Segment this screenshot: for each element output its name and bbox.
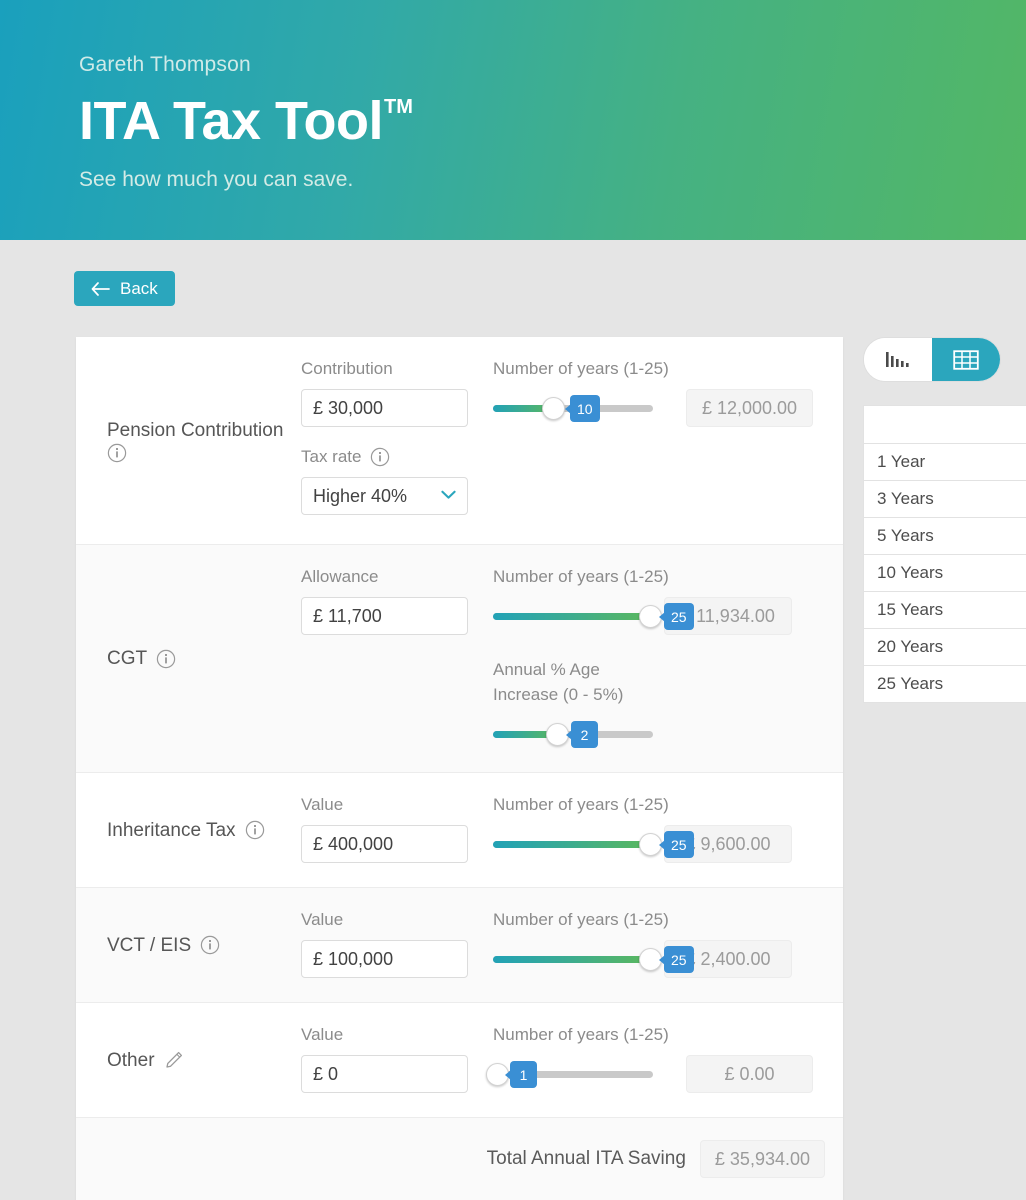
field-label-years: Number of years (1-25): [493, 567, 669, 586]
info-icon[interactable]: [245, 820, 265, 840]
slider-value-badge: 2: [566, 721, 598, 748]
field-label-contribution: Contribution: [301, 359, 393, 378]
result-value: £ 0.00: [686, 1055, 813, 1093]
field-label-value: Value: [301, 795, 344, 814]
view-toggle: [863, 337, 1001, 382]
app-title-group: ITA Tax Tool TM: [79, 90, 1026, 152]
slider-track-fill: [493, 613, 650, 620]
slider-value-badge: 25: [659, 946, 694, 973]
list-item[interactable]: 10 Years: [864, 555, 1026, 592]
list-item[interactable]: 5 Years: [864, 518, 1026, 555]
table-grid-icon: [953, 349, 979, 370]
slider-track-fill: [493, 841, 650, 848]
annual-increase-slider-line: 2: [493, 715, 843, 753]
annual-increase-slider[interactable]: 2: [493, 715, 653, 753]
app-header: Gareth Thompson ITA Tax Tool TM See how …: [0, 0, 1026, 240]
table-row: CGT Allowance Number of years (1-25): [76, 545, 843, 773]
field-label-years: Number of years (1-25): [493, 359, 669, 378]
back-button-label: Back: [120, 278, 158, 298]
total-label: Total Annual ITA Saving: [486, 1148, 686, 1169]
total-row: Total Annual ITA Saving £ 35,934.00: [76, 1118, 843, 1200]
row-name: Other: [107, 1049, 155, 1071]
row-label-inheritance-tax: Inheritance Tax: [107, 792, 301, 868]
slider-value-badge: 1: [505, 1061, 537, 1088]
allowance-input[interactable]: [301, 597, 468, 635]
slider-value-badge: 10: [565, 395, 600, 422]
row-name: Inheritance Tax: [107, 819, 236, 841]
years-slider-line: 1 £ 0.00: [486, 1055, 843, 1093]
list-item[interactable]: 1 Year: [864, 444, 1026, 481]
field-label-allowance: Allowance: [301, 567, 379, 586]
field-label-annual-increase: Annual % Age Increase (0 - 5%): [493, 660, 624, 704]
tax-calculator-card: Pension Contribution Contribution Tax ra…: [76, 337, 843, 1200]
field-label-years: Number of years (1-25): [493, 910, 669, 929]
list-item[interactable]: 20 Years: [864, 629, 1026, 666]
row-label-other: Other: [107, 1022, 301, 1098]
table-row: Pension Contribution Contribution Tax ra…: [76, 337, 843, 545]
tax-rate-value: Higher 40%: [313, 485, 408, 506]
years-slider[interactable]: 1: [486, 1055, 653, 1093]
slider-value-badge: 25: [659, 831, 694, 858]
years-slider[interactable]: 10: [493, 389, 653, 427]
years-slider-line: 25 £ 2,400.00: [493, 940, 843, 978]
slider-track-fill: [493, 956, 650, 963]
result-value: £ 12,000.00: [686, 389, 813, 427]
results-panel: 1 Year 3 Years 5 Years 10 Years 15 Years…: [863, 337, 1026, 703]
row-name: VCT / EIS: [107, 934, 192, 956]
years-slider-line: 25 £ 11,934.00: [493, 597, 843, 635]
arrow-left-icon: [91, 281, 110, 296]
field-label-tax-rate: Tax rate: [301, 447, 362, 466]
info-icon[interactable]: [370, 447, 390, 467]
info-icon[interactable]: [107, 443, 127, 463]
list-item[interactable]: 3 Years: [864, 481, 1026, 518]
years-slider-line: 10 £ 12,000.00: [493, 389, 843, 427]
table-row: Other Value Number of years (1-25): [76, 1003, 843, 1118]
years-slider[interactable]: 25: [493, 940, 694, 978]
field-label-value: Value: [301, 1025, 344, 1044]
header-subtitle: See how much you can save.: [79, 168, 354, 191]
list-item[interactable]: 25 Years: [864, 666, 1026, 703]
field-label-years: Number of years (1-25): [493, 795, 669, 814]
years-slider[interactable]: 25: [493, 825, 694, 863]
row-name: Pension Contribution: [107, 420, 284, 441]
view-toggle-table[interactable]: [932, 338, 1000, 381]
slider-handle[interactable]: [542, 397, 565, 420]
row-label-cgt: CGT: [107, 564, 301, 753]
row-label-vct-eis: VCT / EIS: [107, 907, 301, 983]
years-table-header: [864, 406, 1026, 444]
view-toggle-chart[interactable]: [864, 338, 932, 381]
field-label-years: Number of years (1-25): [493, 1025, 669, 1044]
tax-rate-select[interactable]: Higher 40%: [301, 477, 468, 515]
user-name: Gareth Thompson: [79, 53, 251, 76]
contribution-input[interactable]: [301, 389, 468, 427]
total-value: £ 35,934.00: [699, 1140, 825, 1178]
table-row: VCT / EIS Value Number of years (1-25): [76, 888, 843, 1003]
bar-chart-icon: [886, 351, 909, 367]
back-button[interactable]: Back: [74, 271, 175, 306]
slider-value-badge: 25: [659, 603, 694, 630]
info-icon[interactable]: [200, 935, 220, 955]
list-item[interactable]: 15 Years: [864, 592, 1026, 629]
pencil-icon[interactable]: [164, 1050, 184, 1070]
row-label-pension: Pension Contribution: [107, 356, 301, 525]
row-name: CGT: [107, 648, 148, 669]
info-icon[interactable]: [156, 649, 176, 669]
value-input[interactable]: [301, 1055, 468, 1093]
years-results-table: 1 Year 3 Years 5 Years 10 Years 15 Years…: [863, 405, 1026, 703]
page-title: ITA Tax Tool: [79, 91, 383, 151]
tax-rate-select-wrap: Higher 40%: [301, 477, 468, 515]
field-label-value: Value: [301, 910, 344, 929]
table-row: Inheritance Tax Value Number of years (1…: [76, 773, 843, 888]
years-slider-line: 25 £ 9,600.00: [493, 825, 843, 863]
value-input[interactable]: [301, 940, 468, 978]
years-slider[interactable]: 25: [493, 597, 694, 635]
trademark-symbol: TM: [383, 96, 413, 118]
field-label-tax-rate-group: Tax rate: [301, 444, 493, 469]
annual-increase-block: Annual % Age Increase (0 - 5%) 2: [493, 657, 843, 753]
value-input[interactable]: [301, 825, 468, 863]
